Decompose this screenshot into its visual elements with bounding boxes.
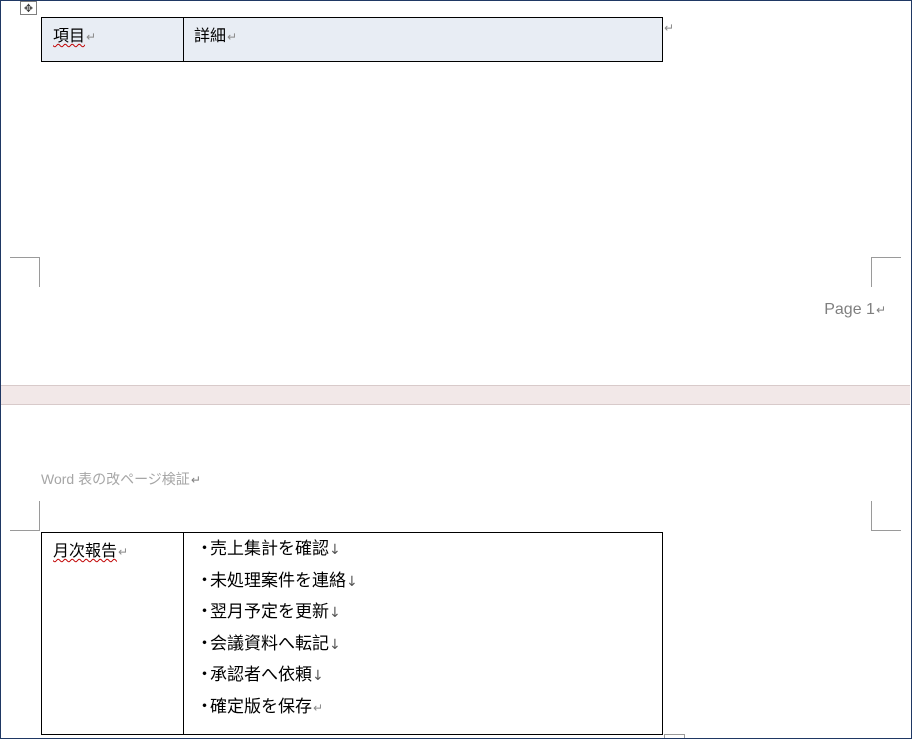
line-break-mark: ↓ [312, 668, 324, 684]
line-break-mark: ↓ [329, 605, 341, 621]
paragraph-mark: ↵ [875, 303, 886, 317]
list-item: ・売上集計を確認↓ [196, 539, 341, 559]
margin-corner-top-left [10, 501, 40, 531]
margin-corner-bottom-right [871, 257, 901, 287]
footer-text: Page 1 [824, 301, 875, 318]
list-item: ・会議資料へ転記↓ [196, 633, 341, 654]
cell-text: 項目 [53, 26, 86, 45]
table-cell-item-header[interactable]: 項目↵ [41, 17, 184, 62]
page-separator [1, 385, 910, 405]
cell-text: 詳細 [194, 26, 227, 45]
list-item: ・確定版を保存↵ [196, 696, 324, 717]
cell-end-mark: ↵ [313, 700, 324, 715]
table-data-row[interactable]: 月次報告↵ ・売上集計を確認↓ ・未処理案件を連絡↓ ・翌月予定を更新↓ ・会議… [41, 532, 663, 735]
page-footer[interactable]: Page 1↵ [824, 301, 886, 319]
row-end-mark: ↵ [664, 21, 675, 35]
table-cell-label[interactable]: 月次報告↵ [41, 532, 184, 735]
list-item: ・翌月予定を更新↓ [196, 602, 341, 622]
line-break-mark: ↓ [329, 542, 341, 558]
table-header-row[interactable]: 項目↵ 詳細↵ [41, 17, 663, 62]
table-cell-detail-header[interactable]: 詳細↵ [183, 17, 663, 62]
cell-end-mark: ↵ [86, 30, 97, 44]
header-text: Word 表の改ページ検証 [41, 471, 190, 487]
margin-corner-bottom-left [10, 257, 40, 287]
table-resize-handle[interactable] [664, 734, 685, 738]
table-move-handle-icon[interactable]: ✥ [20, 1, 37, 15]
paragraph-mark: ↵ [190, 473, 201, 487]
cell-end-mark: ↵ [227, 30, 238, 44]
cell-end-mark: ↵ [118, 545, 129, 559]
page-header[interactable]: Word 表の改ページ検証↵ [41, 469, 201, 489]
margin-corner-top-right [871, 501, 901, 531]
table-cell-details[interactable]: ・売上集計を確認↓ ・未処理案件を連絡↓ ・翌月予定を更新↓ ・会議資料へ転記↓… [183, 532, 663, 735]
line-break-mark: ↓ [346, 573, 358, 590]
line-break-mark: ↓ [329, 636, 341, 653]
list-item: ・未処理案件を連絡↓ [196, 570, 358, 591]
list-item: ・承認者へ依頼↓ [196, 665, 324, 685]
cell-text: 月次報告 [53, 541, 118, 560]
